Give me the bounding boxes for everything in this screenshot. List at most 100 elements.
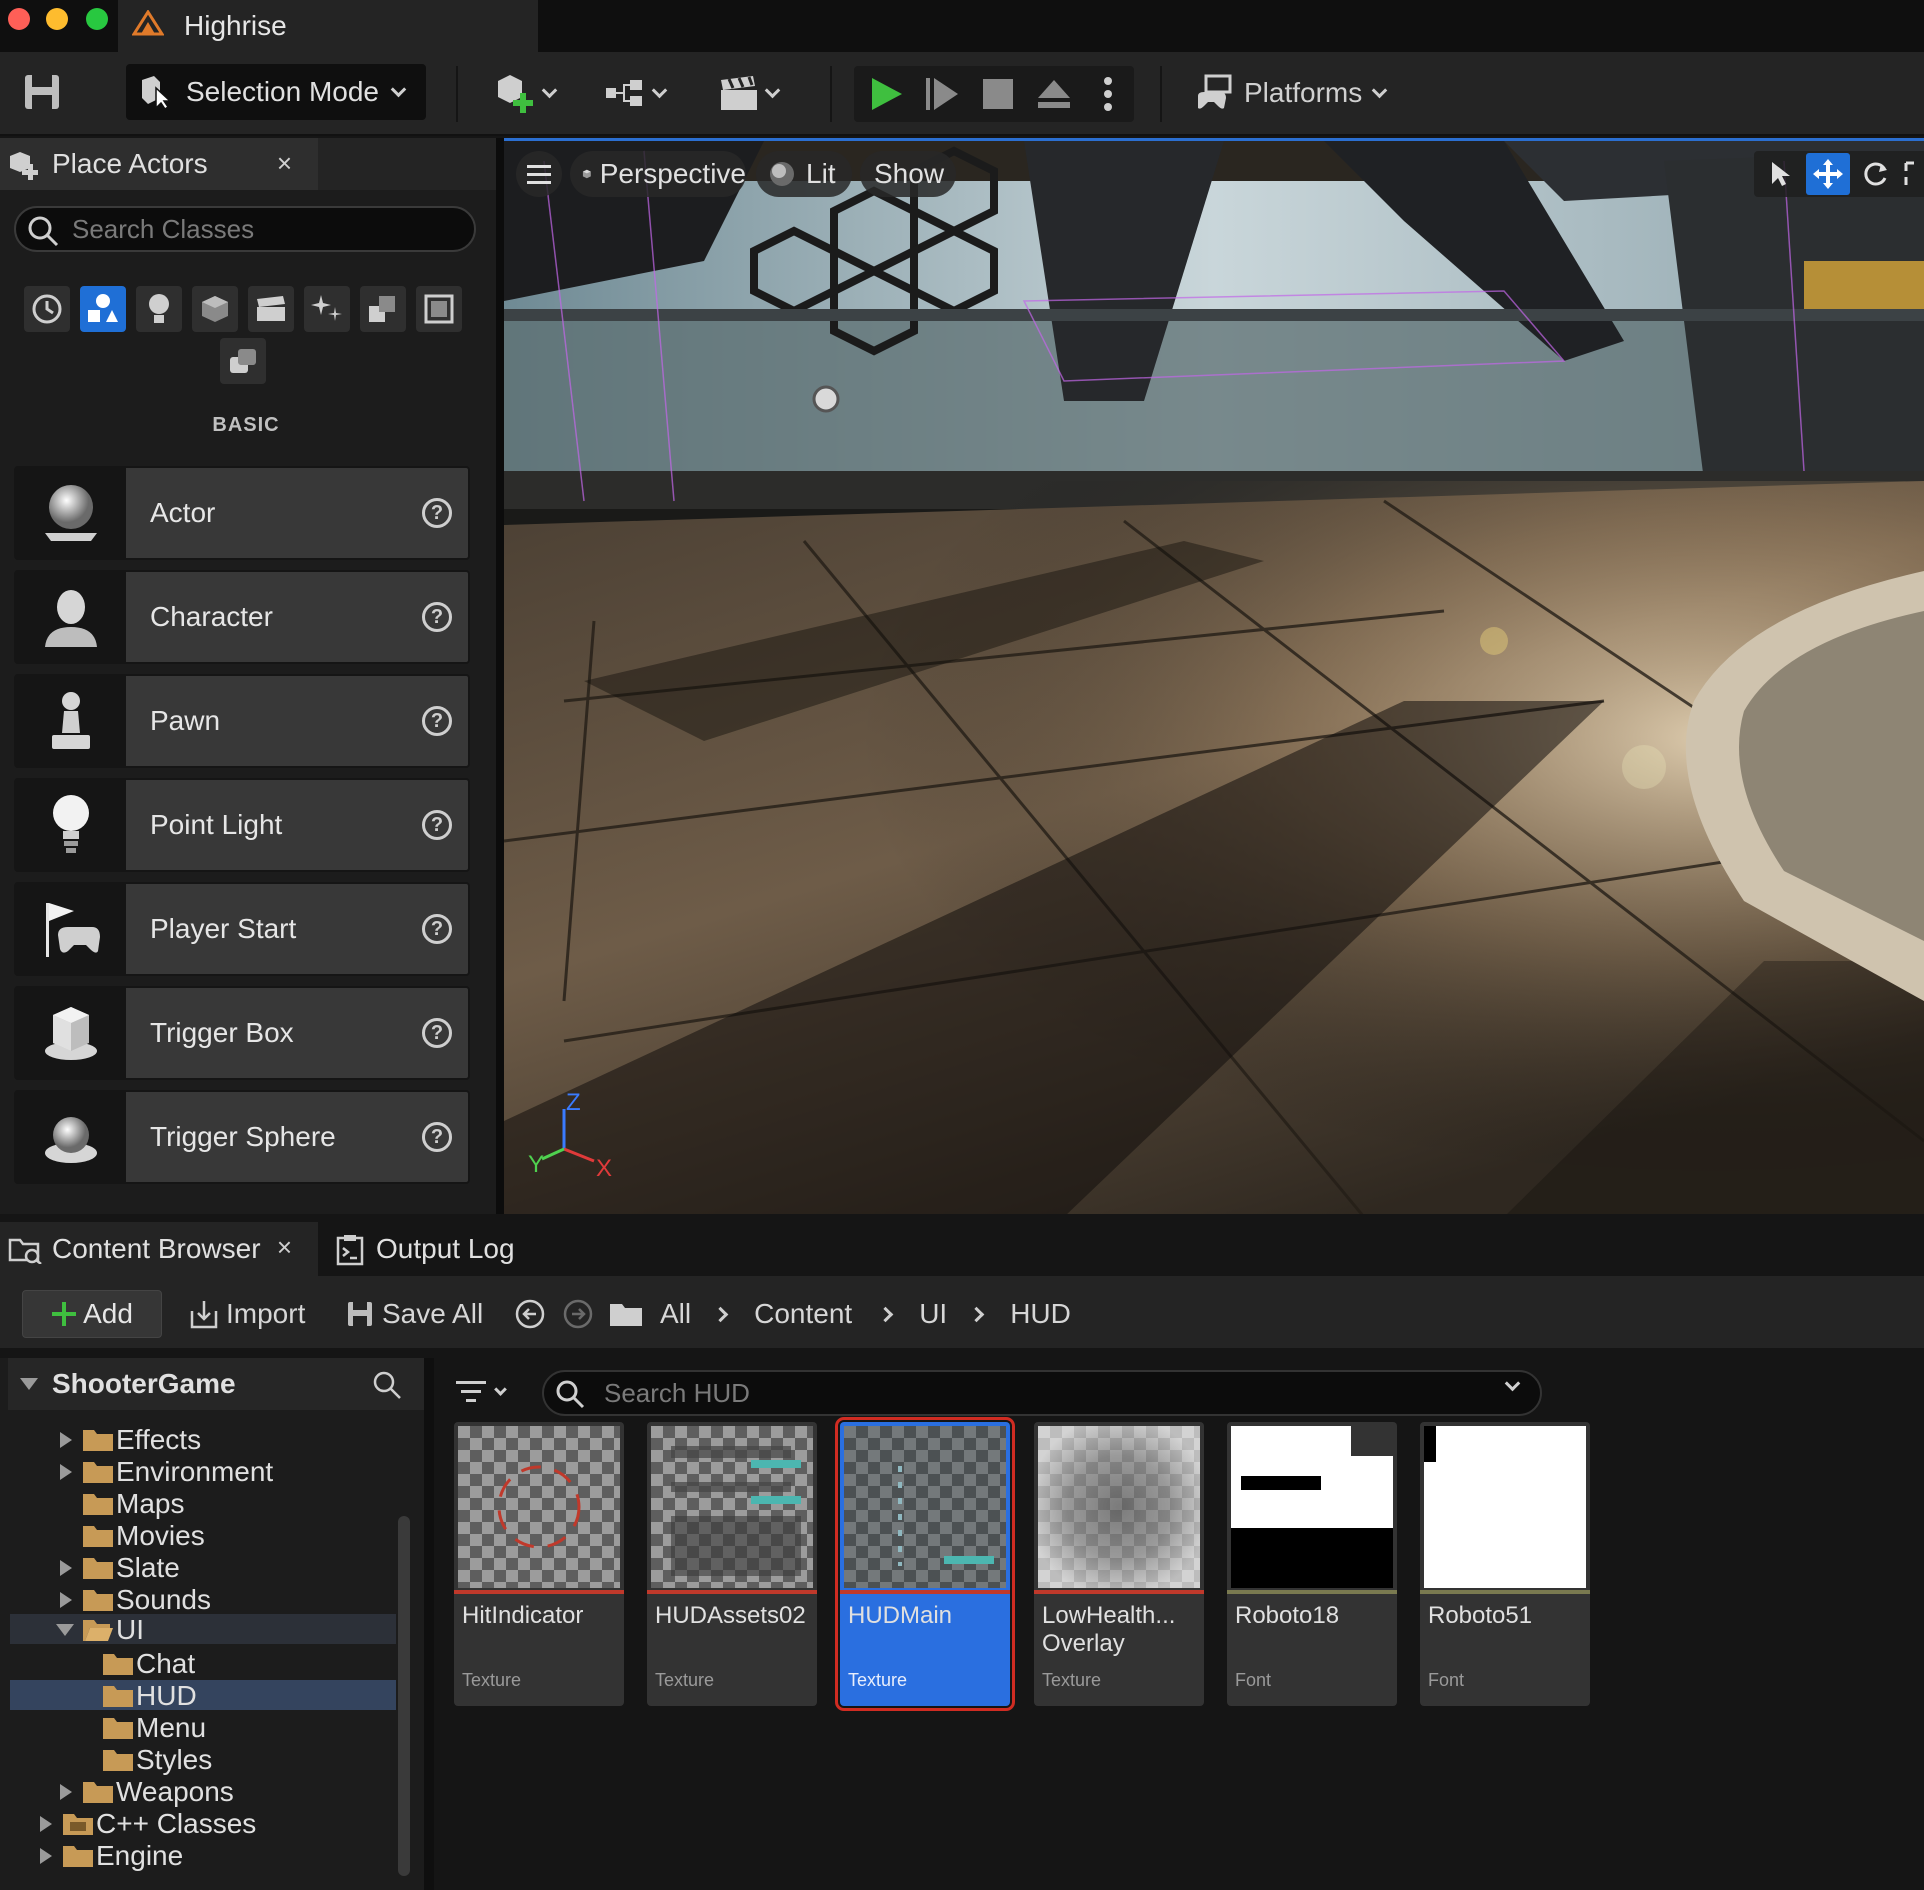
viewport-menu-button[interactable] [516,151,562,197]
show-dropdown[interactable]: Show [860,151,956,197]
search-hud-input[interactable]: Search HUD [542,1370,1542,1416]
actor-item-character[interactable]: Character ? [14,570,470,664]
forward-button[interactable] [562,1290,594,1338]
import-button[interactable]: Import [188,1290,305,1338]
tree-item-sounds[interactable]: Sounds [60,1584,211,1616]
more-options-button[interactable] [1088,70,1128,118]
actor-item-trigger-sphere[interactable]: Trigger Sphere ? [14,1090,470,1184]
breadcrumb-ui[interactable]: UI [919,1298,947,1330]
filter-dropdown[interactable] [456,1372,526,1412]
folder-icon [83,1430,113,1451]
tree-item-weapons[interactable]: Weapons [60,1776,234,1808]
panel-splitter[interactable] [496,138,504,1214]
recent-icon[interactable] [24,286,70,332]
tree-root[interactable]: ShooterGame [8,1358,424,1410]
stop-button[interactable] [976,70,1020,118]
tree-item-slate[interactable]: Slate [60,1552,180,1584]
advance-frame-button[interactable] [920,70,964,118]
blueprint-button[interactable] [596,68,672,118]
tree-item-label: Slate [116,1552,180,1583]
lights-icon[interactable] [136,286,182,332]
search-classes-input[interactable]: Search Classes [14,206,476,252]
cube-icon[interactable] [192,286,238,332]
actor-item-actor[interactable]: Actor ? [14,466,470,560]
close-window-button[interactable] [8,8,30,30]
cinematic-icon[interactable] [248,286,294,332]
asset-tile-hudassets02[interactable]: HUDAssets02 Texture [647,1422,817,1706]
tree-item-ui[interactable]: UI [56,1614,144,1646]
level-viewport[interactable]: Perspective Lit Show Z Y X [504,138,1924,1214]
close-tab-icon[interactable]: × [277,148,292,179]
actor-item-pawn[interactable]: Pawn ? [14,674,470,768]
help-icon[interactable]: ? [422,602,452,632]
extra-icon[interactable] [220,338,266,384]
help-icon[interactable]: ? [422,498,452,528]
asset-tile-hudmain[interactable]: HUDMain Texture [835,1417,1015,1711]
select-tool-button[interactable] [1762,155,1800,193]
level-tab[interactable]: Highrise [118,0,538,52]
platforms-dropdown[interactable]: Platforms [1196,68,1396,118]
help-icon[interactable]: ? [422,1122,452,1152]
back-button[interactable] [514,1290,546,1338]
search-icon[interactable] [372,1370,402,1400]
asset-tile-roboto51[interactable]: Roboto51 Font [1420,1422,1590,1706]
toolbar-divider [1160,66,1162,122]
add-button[interactable]: Add [22,1290,162,1338]
tree-scrollbar[interactable] [398,1516,410,1876]
visual-effects-icon[interactable] [304,286,350,332]
help-icon[interactable]: ? [422,810,452,840]
add-actor-button[interactable] [486,68,562,118]
zoom-window-button[interactable] [86,8,108,30]
asset-type: Texture [1042,1670,1102,1690]
eject-button[interactable] [1030,70,1078,118]
import-icon [190,1301,218,1329]
tree-item-engine[interactable]: Engine [40,1840,183,1872]
tree-item-cpp-classes[interactable]: C++ Classes [40,1808,256,1840]
help-icon[interactable]: ? [422,914,452,944]
lit-dropdown[interactable]: Lit [756,151,852,197]
breadcrumb-all[interactable]: All [660,1298,691,1330]
minimize-window-button[interactable] [46,8,68,30]
tree-item-effects[interactable]: Effects [60,1424,201,1456]
tree-splitter[interactable] [424,1358,434,1890]
play-button[interactable] [864,70,908,118]
tree-item-styles[interactable]: Styles [102,1744,212,1776]
asset-tile-lowhealth-overlay[interactable]: LowHealth... Overlay Texture [1034,1422,1204,1706]
expand-arrow-icon [56,1624,74,1636]
help-icon[interactable]: ? [422,1018,452,1048]
save-icon[interactable] [20,70,64,114]
basic-shapes-icon[interactable] [80,286,126,332]
filter-icon [456,1381,486,1402]
chevron-down-icon[interactable] [1504,1375,1521,1392]
rotate-tool-button[interactable] [1856,155,1894,193]
tree-item-environment[interactable]: Environment [60,1456,273,1488]
breadcrumb-content[interactable]: Content [754,1298,852,1330]
actor-item-player-start[interactable]: Player Start ? [14,882,470,976]
save-all-button[interactable]: Save All [346,1290,483,1338]
cinematics-button[interactable] [708,68,788,118]
perspective-dropdown[interactable]: Perspective [570,151,746,197]
selection-mode-dropdown[interactable]: Selection Mode [126,64,426,120]
tree-item-maps[interactable]: Maps [60,1488,184,1520]
close-tab-icon[interactable]: × [277,1232,292,1263]
all-classes-icon[interactable] [416,286,462,332]
asset-tile-hitindicator[interactable]: HitIndicator Texture [454,1422,624,1706]
tree-item-hud[interactable]: HUD [102,1680,197,1712]
tree-item-chat[interactable]: Chat [102,1648,195,1680]
actor-item-trigger-box[interactable]: Trigger Box ? [14,986,470,1080]
transform-tools [1754,151,1924,197]
tab-output-log[interactable]: Output Log [330,1222,550,1276]
actor-item-point-light[interactable]: Point Light ? [14,778,470,872]
asset-tile-roboto18[interactable]: Roboto18 Font [1227,1422,1397,1706]
breadcrumb-hud[interactable]: HUD [1010,1298,1071,1330]
move-tool-button[interactable] [1806,153,1850,195]
tab-content-browser[interactable]: Content Browser × [0,1222,318,1276]
volumes-icon[interactable] [360,286,406,332]
actor-item-label: Actor [150,497,216,528]
scale-tool-button[interactable] [1900,155,1924,193]
tree-item-menu[interactable]: Menu [102,1712,206,1744]
asset-thumbnail [844,1426,1006,1588]
help-icon[interactable]: ? [422,706,452,736]
place-actors-tab[interactable]: Place Actors × [0,138,318,190]
tree-item-movies[interactable]: Movies [60,1520,205,1552]
